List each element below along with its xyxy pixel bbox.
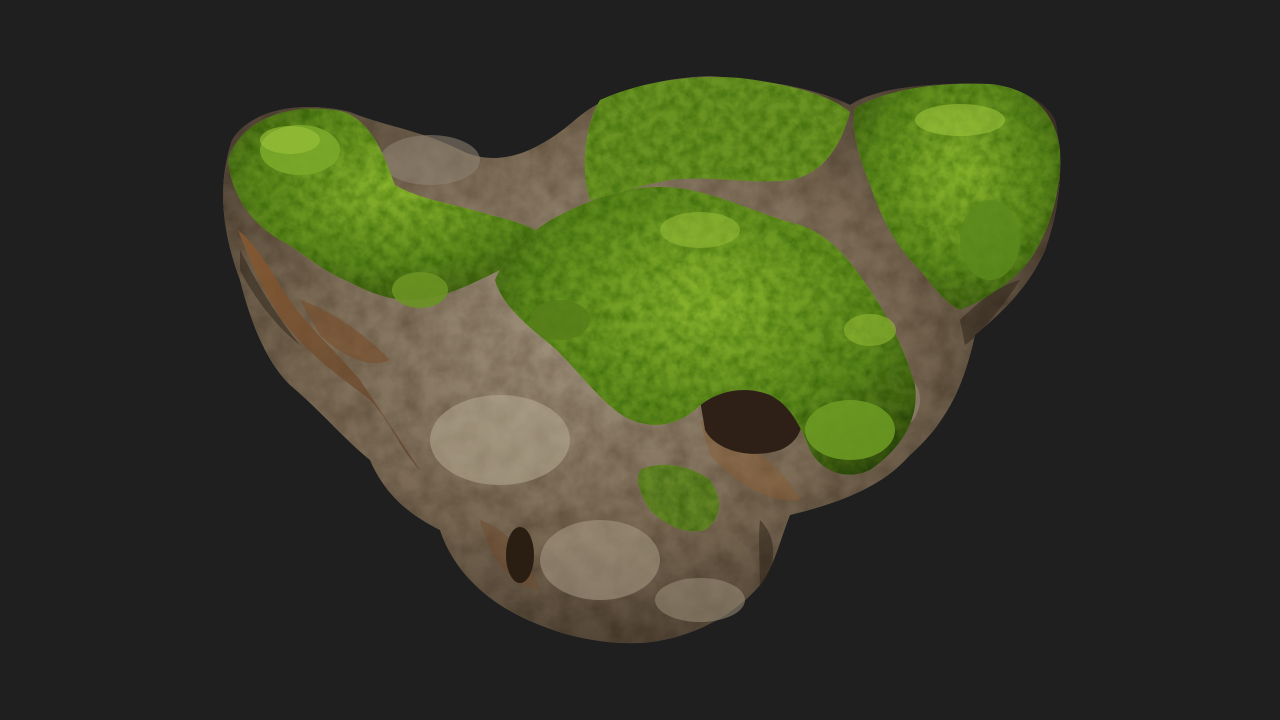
scene-viewport bbox=[0, 0, 1280, 720]
mossy-rock-icon bbox=[223, 76, 1061, 644]
